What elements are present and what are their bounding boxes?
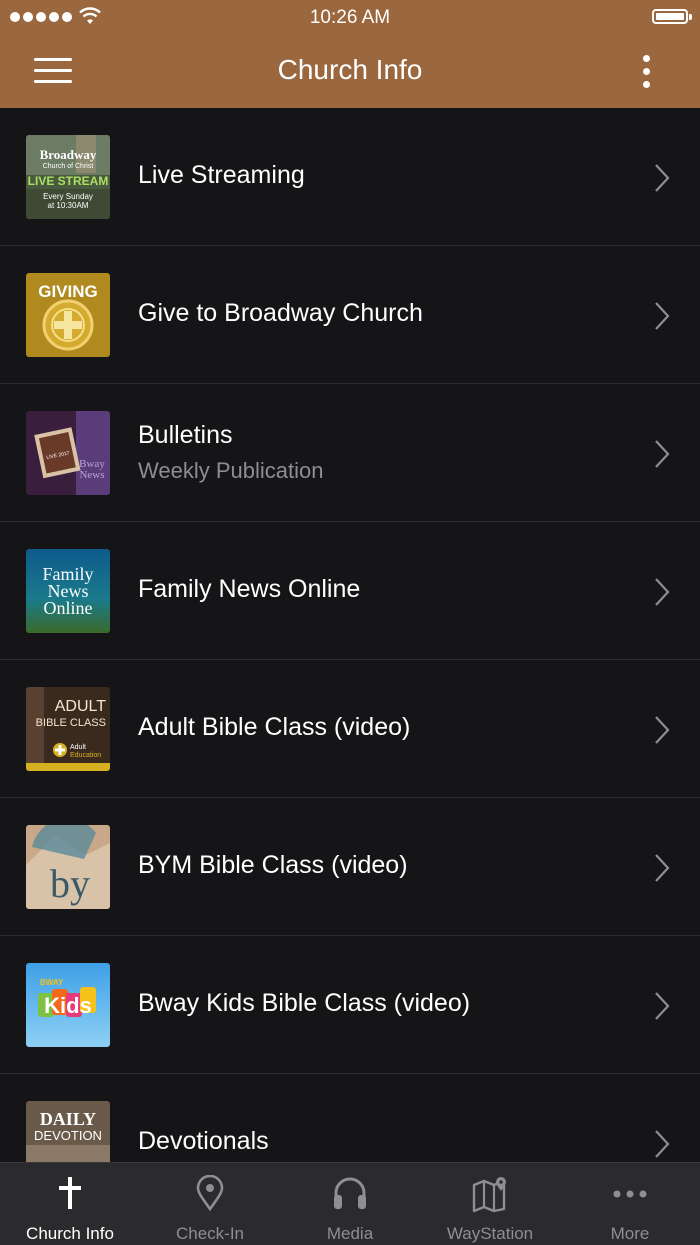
thumb-text: at 10:30AM: [48, 201, 89, 210]
chevron-right-icon: [655, 440, 670, 468]
battery-icon: [652, 9, 692, 24]
location-pin-icon: [196, 1175, 224, 1211]
list-item-devotionals[interactable]: DAILY DEVOTION Devotionals: [0, 1074, 700, 1162]
chevron-right-icon: [655, 302, 670, 330]
page-title: Church Info: [277, 54, 423, 85]
thumb-text: Church of Christ: [43, 163, 94, 170]
list-item-bulletins[interactable]: LIVE 2017 Bway News Bulletins Weekly Pub…: [0, 384, 700, 522]
bym-thumbnail: by: [26, 825, 110, 909]
list-item-giving[interactable]: GIVING Give to Broadway Church: [0, 246, 700, 384]
church-info-list: Broadway Church of Christ LIVE STREAM Ev…: [0, 108, 700, 1162]
list-item-title: Bway Kids Bible Class (video): [138, 989, 471, 1017]
list-item-title: Devotionals: [138, 1127, 269, 1155]
list-item-title: Give to Broadway Church: [138, 299, 423, 327]
thumb-text: Every Sunday: [43, 192, 93, 201]
thumb-text: Broadway: [40, 147, 97, 162]
list-item-title: Family News Online: [138, 575, 361, 603]
list-item-title: Adult Bible Class (video): [138, 713, 411, 741]
list-item-subtitle: Weekly Publication: [138, 458, 324, 483]
tab-label: Check-In: [175, 1224, 245, 1243]
giving-thumbnail: GIVING: [26, 273, 110, 357]
thumb-text: DAILY: [40, 1109, 96, 1129]
thumb-text: BWAY: [40, 978, 64, 987]
list-item-adult-bible-class[interactable]: ADULT BIBLE CLASS Adult Education Adult …: [0, 660, 700, 798]
list-item-bym-bible-class[interactable]: by BYM Bible Class (video): [0, 798, 700, 936]
thumb-text: Adult: [70, 744, 86, 751]
tab-label: Church Info: [26, 1224, 114, 1243]
chevron-right-icon: [655, 854, 670, 882]
list-item-live-streaming[interactable]: Broadway Church of Christ LIVE STREAM Ev…: [0, 108, 700, 246]
thumb-text: DEVOTION: [34, 1128, 102, 1143]
list-item-title: BYM Bible Class (video): [138, 851, 408, 879]
chevron-right-icon: [655, 164, 670, 192]
thumb-text: GIVING: [38, 282, 98, 301]
overflow-menu-icon[interactable]: [634, 54, 658, 90]
thumb-text: News: [79, 469, 104, 481]
more-dots-icon: [613, 1190, 647, 1198]
tab-church-info[interactable]: Church Info: [0, 1163, 140, 1245]
tab-label: Media: [326, 1224, 374, 1243]
family-news-thumbnail: Family News Online: [26, 549, 110, 633]
map-icon: [472, 1177, 506, 1213]
thumb-text: Kids: [44, 993, 92, 1018]
chevron-right-icon: [655, 578, 670, 606]
daily-devotion-thumbnail: DAILY DEVOTION: [26, 1101, 110, 1162]
thumb-text: ADULT: [55, 698, 106, 715]
list-item-family-news[interactable]: Family News Online Family News Online: [0, 522, 700, 660]
cross-icon: [59, 1177, 81, 1209]
status-time: 10:26 AM: [309, 7, 391, 28]
tab-label: More: [610, 1224, 650, 1243]
tab-check-in[interactable]: Check-In: [140, 1163, 280, 1245]
thumb-text: BIBLE CLASS: [36, 717, 106, 729]
tab-bar: Church Info Check-In Media WayStation Mo…: [0, 1162, 700, 1245]
chevron-right-icon: [655, 992, 670, 1020]
thumb-text: Education: [70, 752, 101, 759]
thumb-text: by: [50, 861, 90, 906]
tab-label: WayStation: [446, 1224, 534, 1243]
tab-more[interactable]: More: [560, 1163, 700, 1245]
chevron-right-icon: [655, 716, 670, 744]
adult-bible-class-thumbnail: ADULT BIBLE CLASS Adult Education: [26, 687, 110, 771]
headphones-icon: [334, 1177, 366, 1209]
bulletins-thumbnail: LIVE 2017 Bway News: [26, 411, 110, 495]
list-item-title: Bulletins: [138, 421, 233, 449]
nav-header: 10:26 AM Church Info: [0, 0, 700, 108]
chevron-right-icon: [655, 1130, 670, 1158]
live-stream-thumbnail: Broadway Church of Christ LIVE STREAM Ev…: [26, 135, 110, 219]
bway-kids-thumbnail: BWAY Kids: [26, 963, 110, 1047]
list-item-title: Live Streaming: [138, 161, 305, 189]
status-bar: 10:26 AM: [0, 0, 700, 36]
thumb-text: Online: [44, 598, 93, 618]
list-item-bway-kids[interactable]: BWAY Kids Bway Kids Bible Class (video): [0, 936, 700, 1074]
tab-waystation[interactable]: WayStation: [420, 1163, 560, 1245]
thumb-text: LIVE STREAM: [28, 174, 109, 188]
tab-media[interactable]: Media: [280, 1163, 420, 1245]
